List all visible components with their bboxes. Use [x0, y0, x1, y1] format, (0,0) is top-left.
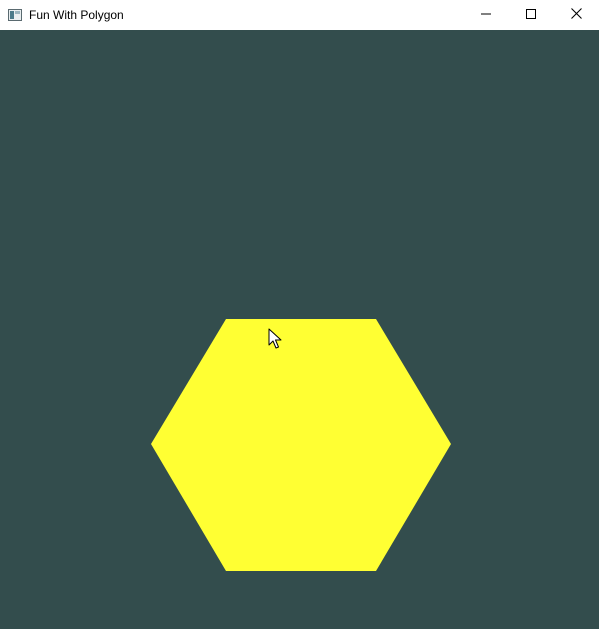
minimize-icon: [481, 6, 491, 24]
yellow-hexagon: [151, 319, 451, 571]
close-icon: [570, 6, 582, 24]
maximize-icon: [526, 6, 536, 24]
window-title: Fun With Polygon: [29, 8, 124, 22]
close-button[interactable]: [553, 0, 599, 29]
render-canvas[interactable]: [0, 30, 599, 629]
title-bar[interactable]: Fun With Polygon: [0, 0, 599, 30]
maximize-button[interactable]: [508, 0, 554, 29]
app-window: Fun With Polygon: [0, 0, 599, 629]
minimize-button[interactable]: [463, 0, 509, 29]
window-app-icon: [8, 8, 22, 21]
